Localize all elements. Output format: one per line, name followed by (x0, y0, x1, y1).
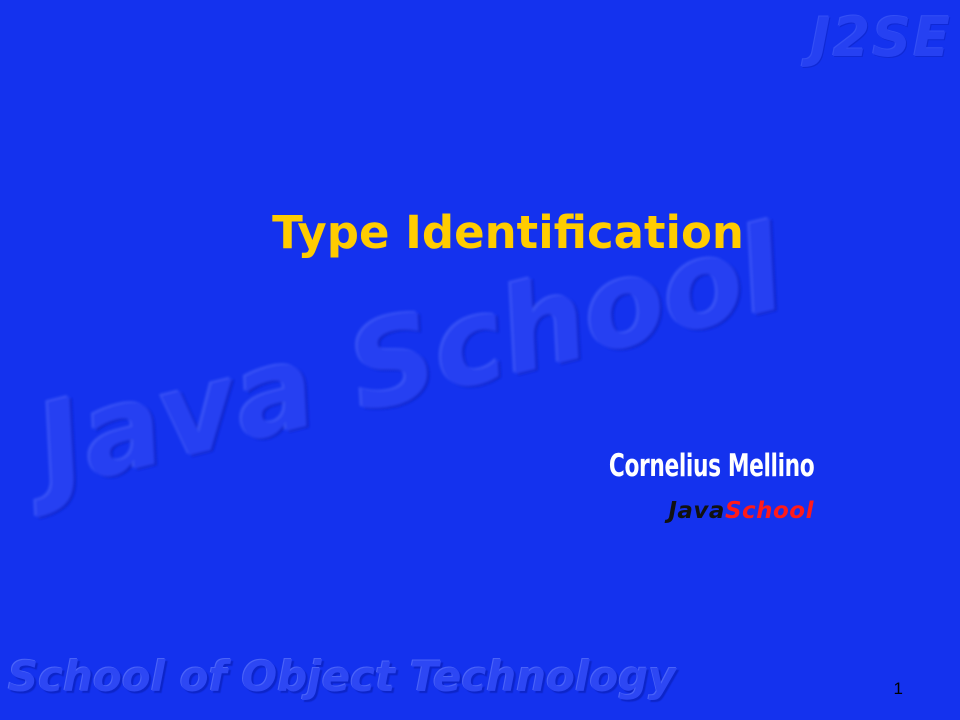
slide-title: Type Identification (272, 206, 744, 259)
author-name: Cornelius Mellino (608, 448, 815, 484)
java-school-watermark: Java School Java School Java School (2, 197, 960, 524)
j2se-watermark: J2SE (810, 6, 952, 69)
java-school-watermark-graphic: Java School Java School Java School (2, 197, 801, 524)
javaschool-brand: JavaSchool (668, 498, 814, 524)
brand-school: School (724, 498, 814, 524)
page-number: 1 (893, 679, 903, 698)
slide: J2SE Java School Java School Java School… (0, 0, 960, 720)
brand-java: Java (668, 498, 725, 524)
school-of-object-technology-watermark: School of Object Technology (8, 652, 676, 701)
